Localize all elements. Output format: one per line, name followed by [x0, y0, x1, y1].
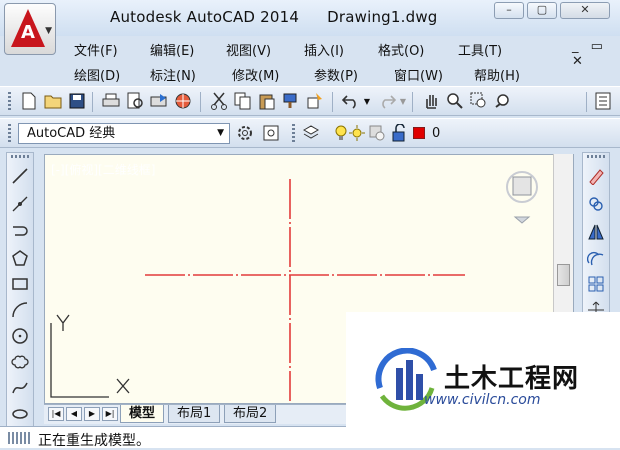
- menu-window[interactable]: 窗口(W): [394, 65, 443, 84]
- properties-palette-icon[interactable]: [592, 90, 614, 112]
- copy-object-icon[interactable]: [585, 193, 607, 215]
- workspace-settings-gear-icon[interactable]: [234, 122, 256, 144]
- publish-icon[interactable]: [148, 90, 170, 112]
- window-title: Autodesk AutoCAD 2014 Drawing1.dwg: [110, 8, 438, 26]
- viewport-freeze-icon[interactable]: [366, 122, 388, 144]
- toolbar-grip[interactable]: [587, 155, 605, 158]
- erase-icon[interactable]: [585, 165, 607, 187]
- current-layer-name: 0: [432, 126, 441, 141]
- menu-modify[interactable]: 修改(M): [232, 65, 279, 84]
- offset-icon[interactable]: [585, 247, 607, 269]
- viewcube-icon[interactable]: [506, 171, 538, 224]
- menu-view[interactable]: 视图(V): [226, 40, 271, 59]
- menu-edit[interactable]: 编辑(E): [150, 40, 194, 59]
- undo-dropdown-icon[interactable]: ▼: [362, 90, 372, 112]
- polyline-icon[interactable]: [9, 221, 31, 243]
- toolbar-grip[interactable]: [292, 124, 295, 144]
- ucs-icon: [50, 314, 130, 398]
- menu-draw[interactable]: 绘图(D): [74, 65, 120, 84]
- layer-properties-icon[interactable]: [300, 122, 322, 144]
- paste-icon[interactable]: [256, 90, 278, 112]
- match-properties-icon[interactable]: [280, 90, 302, 112]
- menu-bar-row-2: 绘图(D) 标注(N) 修改(M) 参数(P) 窗口(W) 帮助(H): [60, 61, 620, 86]
- layer-color-swatch-icon: [408, 122, 430, 144]
- pan-hand-icon[interactable]: [420, 90, 442, 112]
- menu-format[interactable]: 格式(O): [378, 40, 424, 59]
- previous-tab-icon[interactable]: ◀: [66, 407, 82, 421]
- tab-model[interactable]: 模型: [120, 405, 165, 423]
- line-icon[interactable]: [9, 165, 31, 187]
- command-status-text: 正在重生成模型。: [38, 433, 150, 449]
- customize-workspace-icon[interactable]: [260, 122, 282, 144]
- cut-icon[interactable]: [208, 90, 230, 112]
- copy-icon[interactable]: [232, 90, 254, 112]
- block-editor-icon[interactable]: [304, 90, 326, 112]
- open-folder-icon[interactable]: [42, 90, 64, 112]
- menu-bar-row-1: 文件(F) 编辑(E) 视图(V) 插入(I) 格式(O) 工具(T): [60, 36, 620, 61]
- polygon-icon[interactable]: [9, 247, 31, 269]
- zoom-realtime-icon[interactable]: [444, 90, 466, 112]
- spline-icon[interactable]: [9, 377, 31, 399]
- menu-dimension[interactable]: 标注(N): [150, 65, 196, 84]
- tab-layout1[interactable]: 布局1: [168, 405, 221, 423]
- toolbar-grip[interactable]: [8, 92, 11, 112]
- maximize-button[interactable]: ▢: [527, 2, 557, 19]
- tab-layout2[interactable]: 布局2: [224, 405, 277, 423]
- revision-cloud-icon[interactable]: [9, 351, 31, 373]
- ellipse-icon[interactable]: [9, 403, 31, 425]
- undo-icon[interactable]: [340, 90, 362, 112]
- menu-file[interactable]: 文件(F): [74, 40, 118, 59]
- print-icon[interactable]: [100, 90, 122, 112]
- autocad-logo-icon: A: [11, 9, 45, 47]
- print-preview-icon[interactable]: [124, 90, 146, 112]
- last-tab-icon[interactable]: ▶|: [102, 407, 118, 421]
- rectangle-icon[interactable]: [9, 273, 31, 295]
- toolbar-grip[interactable]: [11, 155, 29, 158]
- redo-dropdown-icon[interactable]: ▼: [398, 90, 408, 112]
- draw-toolbar: [6, 152, 34, 428]
- menu-help[interactable]: 帮助(H): [474, 65, 520, 84]
- workspace-current-label: AutoCAD 经典: [27, 126, 116, 141]
- chevron-down-icon: ▼: [45, 26, 52, 36]
- layer-unlock-icon[interactable]: [388, 122, 410, 144]
- chevron-down-icon: ▼: [217, 128, 224, 138]
- circle-icon[interactable]: [9, 325, 31, 347]
- close-button[interactable]: ✕: [560, 2, 610, 19]
- command-line-grip[interactable]: [8, 432, 30, 444]
- document-name: Drawing1.dwg: [327, 8, 438, 26]
- zoom-window-icon[interactable]: [468, 90, 490, 112]
- watermark: 土木工程网 www.civilcn.com: [346, 312, 620, 448]
- new-file-icon[interactable]: [18, 90, 40, 112]
- next-tab-icon[interactable]: ▶: [84, 407, 100, 421]
- redo-icon[interactable]: [376, 90, 398, 112]
- watermark-title: 土木工程网: [444, 364, 580, 394]
- arc-icon[interactable]: [9, 299, 31, 321]
- array-icon[interactable]: [585, 273, 607, 295]
- application-menu-button[interactable]: A ▼: [4, 3, 56, 55]
- menu-insert[interactable]: 插入(I): [304, 40, 344, 59]
- layer-thaw-sun-icon[interactable]: [346, 122, 368, 144]
- workspace-layers-toolbar: AutoCAD 经典 ▼ 0: [0, 118, 620, 148]
- toolbar-grip[interactable]: [8, 124, 11, 144]
- construction-line-icon[interactable]: [9, 193, 31, 215]
- workspace-dropdown[interactable]: AutoCAD 经典 ▼: [18, 123, 230, 144]
- mirror-icon[interactable]: [585, 221, 607, 243]
- save-icon[interactable]: [66, 90, 88, 112]
- title-bar: Autodesk AutoCAD 2014 Drawing1.dwg – ▢ ✕: [0, 0, 620, 36]
- standard-toolbar: ▼ ▼: [0, 86, 620, 116]
- minimize-button[interactable]: –: [494, 2, 524, 19]
- menu-tools[interactable]: 工具(T): [458, 40, 502, 59]
- scrollbar-thumb[interactable]: [557, 264, 570, 286]
- watermark-url: www.civilcn.com: [424, 392, 541, 408]
- 3d-dwf-icon[interactable]: [172, 90, 194, 112]
- menu-parametric[interactable]: 参数(P): [314, 65, 358, 84]
- zoom-previous-icon[interactable]: [492, 90, 514, 112]
- first-tab-icon[interactable]: |◀: [48, 407, 64, 421]
